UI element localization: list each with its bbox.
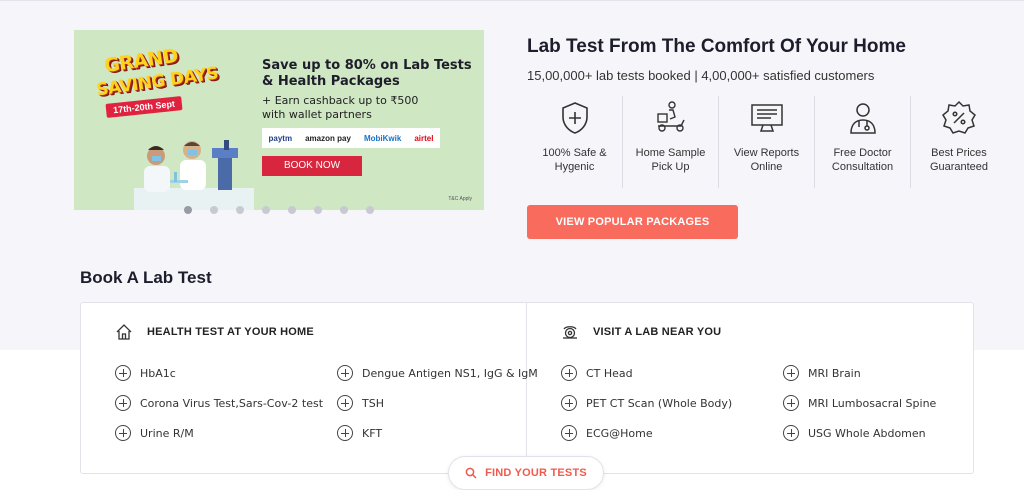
test-label: MRI Lumbosacral Spine <box>808 396 937 410</box>
test-item[interactable]: KFT <box>337 425 382 441</box>
carousel-dot[interactable] <box>184 206 192 214</box>
feature-label: Home Sample Pick Up <box>635 147 706 173</box>
test-label: Urine R/M <box>140 426 194 440</box>
promo-banner[interactable]: GRAND SAVING DAYS 17th-20th Sept Save up… <box>74 30 484 210</box>
add-circle-icon <box>115 395 131 411</box>
carousel-dot[interactable] <box>210 206 218 214</box>
test-item[interactable]: PET CT Scan (Whole Body) <box>561 395 732 411</box>
carousel-dots <box>184 206 374 214</box>
lab-location-icon <box>563 326 577 339</box>
test-item[interactable]: Urine R/M <box>115 425 194 441</box>
booking-stats: 15,00,000+ lab tests booked | 4,00,000+ … <box>527 68 875 83</box>
book-now-button[interactable]: BOOK NOW <box>262 156 362 176</box>
mobikwik-logo: MobiKwik <box>363 133 402 143</box>
feature-label: 100% Safe & Hygenic <box>542 147 607 173</box>
book-lab-test-panel: HEALTH TEST AT YOUR HOME HbA1c Dengue An… <box>80 302 974 474</box>
home-tests-column: HEALTH TEST AT YOUR HOME HbA1c Dengue An… <box>81 303 538 473</box>
test-label: MRI Brain <box>808 366 861 380</box>
test-item[interactable]: TSH <box>337 395 384 411</box>
home-icon <box>116 324 132 340</box>
offer-headline-2: & Health Packages <box>262 74 400 89</box>
find-your-tests-label: FIND YOUR TESTS <box>485 467 587 479</box>
offer-headline-1: Save up to 80% on Lab Tests <box>262 58 472 73</box>
offer-text: Save up to 80% on Lab Tests & Health Pac… <box>262 58 478 176</box>
test-label: KFT <box>362 426 383 440</box>
feature-doctor-consultation: Free Doctor Consultation <box>815 96 911 188</box>
wallet-partners-strip: paytm amazon pay MobiKwik airtel <box>262 128 440 148</box>
carousel-dot[interactable] <box>236 206 244 214</box>
test-item[interactable]: HbA1c <box>115 365 176 381</box>
test-item[interactable]: MRI Lumbosacral Spine <box>783 395 936 411</box>
test-label: USG Whole Abdomen <box>808 426 926 440</box>
lab-tests-heading: VISIT A LAB NEAR YOU <box>593 326 722 338</box>
test-label: CT Head <box>586 366 633 380</box>
doctor-icon <box>849 103 876 134</box>
home-tests-header: HEALTH TEST AT YOUR HOME <box>115 323 314 341</box>
feature-label: Free Doctor Consultation <box>831 147 894 173</box>
test-item[interactable]: Corona Virus Test,Sars-Cov-2 test <box>115 395 323 411</box>
section-title: Book A Lab Test <box>80 268 212 287</box>
test-label: TSH <box>362 396 384 410</box>
amazon-pay-logo: amazon pay <box>305 133 351 143</box>
find-your-tests-button[interactable]: FIND YOUR TESTS <box>448 456 604 490</box>
carousel-dot[interactable] <box>366 206 374 214</box>
add-circle-icon <box>783 425 799 441</box>
test-item[interactable]: Dengue Antigen NS1, IgG & IgM <box>337 365 538 381</box>
percent-badge-icon <box>942 100 976 134</box>
feature-view-reports: View Reports Online <box>719 96 815 188</box>
feature-best-prices: Best Prices Guaranteed <box>911 96 1007 188</box>
feature-home-pickup: Home Sample Pick Up <box>623 96 719 188</box>
test-item[interactable]: CT Head <box>561 365 633 381</box>
home-tests-heading: HEALTH TEST AT YOUR HOME <box>147 326 314 338</box>
test-label: HbA1c <box>140 366 176 380</box>
tnc-note: T&C Apply <box>448 196 472 202</box>
lab-tests-header: VISIT A LAB NEAR YOU <box>561 323 721 341</box>
add-circle-icon <box>337 395 353 411</box>
monitor-report-icon <box>750 104 783 132</box>
offer-sub-1: + Earn cashback up to ₹500 <box>262 94 419 107</box>
grand-saving-days-badge: GRAND SAVING DAYS 17th-20th Sept <box>88 45 219 122</box>
feature-label: View Reports Online <box>733 147 800 173</box>
test-item[interactable]: ECG@Home <box>561 425 653 441</box>
shield-plus-icon <box>561 102 588 134</box>
add-circle-icon <box>337 425 353 441</box>
add-circle-icon <box>115 365 131 381</box>
add-circle-icon <box>783 395 799 411</box>
add-circle-icon <box>561 395 577 411</box>
add-circle-icon <box>337 365 353 381</box>
add-circle-icon <box>783 365 799 381</box>
carousel-dot[interactable] <box>340 206 348 214</box>
test-item[interactable]: MRI Brain <box>783 365 861 381</box>
add-circle-icon <box>561 425 577 441</box>
test-label: PET CT Scan (Whole Body) <box>586 396 733 410</box>
feature-label: Best Prices Guaranteed <box>929 147 989 173</box>
badge-dates: 17th-20th Sept <box>105 96 183 118</box>
feature-safe-hygenic: 100% Safe & Hygenic <box>527 96 623 188</box>
airtel-logo: airtel <box>414 133 434 143</box>
page-title: Lab Test From The Comfort Of Your Home <box>527 36 906 57</box>
carousel-dot[interactable] <box>262 206 270 214</box>
carousel-dot[interactable] <box>288 206 296 214</box>
add-circle-icon <box>561 365 577 381</box>
test-label: Dengue Antigen NS1, IgG & IgM <box>362 366 538 380</box>
carousel-dot[interactable] <box>314 206 322 214</box>
delivery-scooter-icon <box>656 101 685 132</box>
view-popular-packages-button[interactable]: VIEW POPULAR PACKAGES <box>527 205 738 239</box>
test-label: ECG@Home <box>586 426 653 440</box>
features-row: 100% Safe & Hygenic Home Sample Pick Up … <box>527 96 1007 188</box>
lab-tests-column: VISIT A LAB NEAR YOU CT Head MRI Brain P… <box>527 303 973 473</box>
lab-scientists-illustration <box>134 140 254 210</box>
test-item[interactable]: USG Whole Abdomen <box>783 425 926 441</box>
add-circle-icon <box>115 425 131 441</box>
search-icon <box>465 467 477 479</box>
offer-sub-2: with wallet partners <box>262 108 372 121</box>
test-label: Corona Virus Test,Sars-Cov-2 test <box>140 396 324 410</box>
paytm-logo: paytm <box>268 133 293 143</box>
